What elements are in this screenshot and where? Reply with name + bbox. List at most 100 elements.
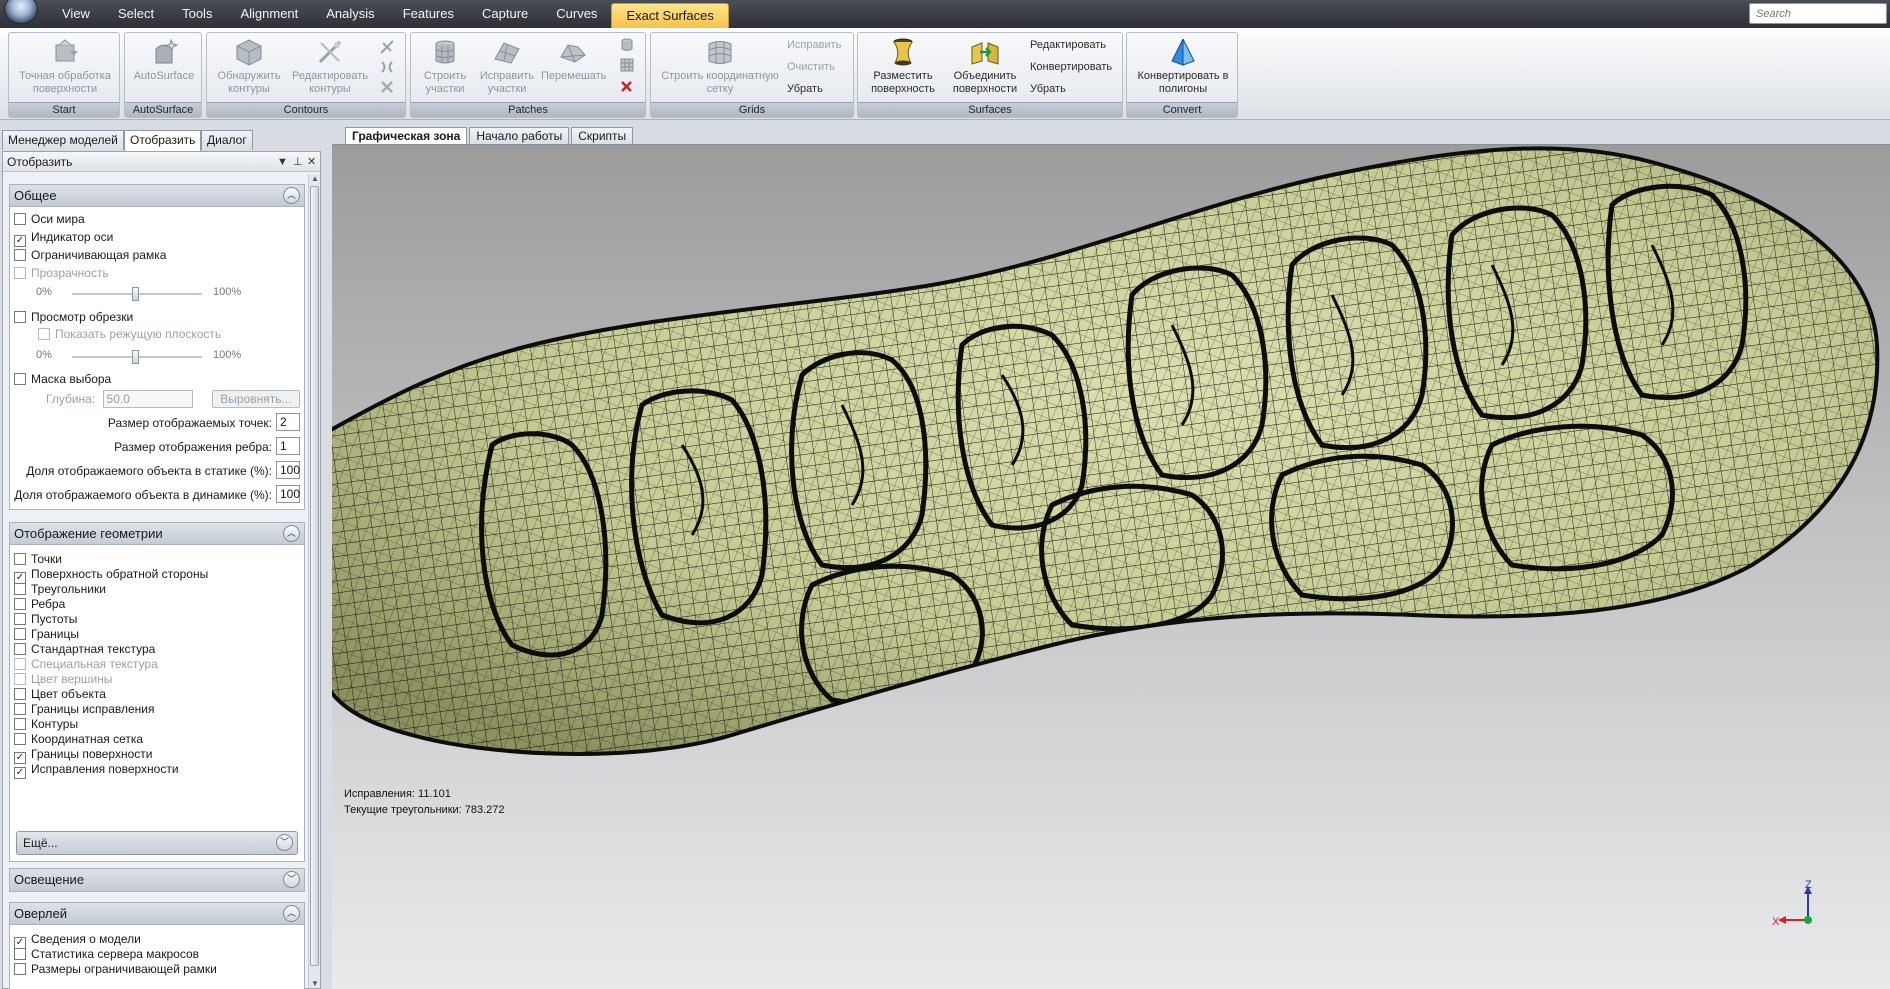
tab-alignment[interactable]: Alignment (226, 0, 312, 28)
checkbox[interactable] (14, 628, 26, 640)
detect-contours-button[interactable]: Обнаружить контуры (213, 35, 285, 96)
surface-edit-button[interactable]: Редактировать (1030, 39, 1106, 51)
checkbox[interactable] (14, 373, 26, 385)
section-overlay-header[interactable]: Оверлей ︿ (10, 903, 304, 925)
tab-model-manager[interactable]: Менеджер моделей (2, 130, 124, 150)
contour-delete-icon[interactable] (379, 79, 395, 95)
application-menu-button[interactable] (4, 0, 38, 24)
depth-spinner[interactable]: 50.0 (102, 390, 193, 408)
checkbox[interactable] (14, 718, 26, 730)
collapse-icon[interactable]: ︿ (283, 187, 300, 204)
surface-remove-button[interactable]: Убрать (1030, 83, 1066, 95)
checkbox[interactable] (14, 213, 26, 225)
checkbox[interactable] (38, 328, 50, 340)
checkbox[interactable] (14, 703, 26, 715)
slider-thumb[interactable] (132, 350, 139, 364)
grid-remove-button[interactable]: Убрать (787, 83, 823, 95)
convert-to-polygons-button[interactable]: Конвертировать в полигоны (1133, 35, 1233, 96)
checkbox[interactable] (14, 311, 26, 323)
slider-thumb[interactable] (132, 287, 139, 301)
checkbox[interactable] (14, 583, 26, 595)
tab-tools[interactable]: Tools (168, 0, 226, 28)
dynamic-ratio-input[interactable]: 100 (276, 485, 300, 503)
scroll-thumb[interactable] (310, 186, 319, 966)
tab-capture[interactable]: Capture (468, 0, 542, 28)
checkbox[interactable] (14, 673, 26, 685)
tab-scripts[interactable]: Скрипты (571, 127, 634, 145)
tab-display[interactable]: Отобразить (124, 130, 202, 151)
panel-menu-icon[interactable]: ▼ (277, 152, 288, 172)
align-button[interactable]: Выровнять... (211, 390, 300, 408)
patch-delete-icon[interactable] (619, 79, 635, 95)
selection-mask-option[interactable]: Маска выбора (14, 371, 111, 388)
tab-select[interactable]: Select (104, 0, 168, 28)
patch-layers-icon[interactable] (619, 37, 635, 53)
overlay-option[interactable]: Размеры ограничивающей рамки (14, 961, 217, 978)
transparency-option[interactable]: Прозрачность (14, 265, 109, 282)
clip-slider[interactable]: 0% 100% (36, 349, 256, 365)
edit-contours-button[interactable]: Редактировать контуры (289, 35, 371, 96)
patch-grid-icon[interactable] (619, 57, 635, 73)
checkbox[interactable] (14, 658, 26, 670)
tab-curves[interactable]: Curves (542, 0, 611, 28)
tab-features[interactable]: Features (389, 0, 468, 28)
checkbox-checked[interactable]: ✓ (14, 235, 26, 247)
tab-graphics-area[interactable]: Графическая зона (345, 127, 468, 145)
shuffle-patches-button[interactable]: Перемешать (541, 35, 606, 83)
point-size-input[interactable]: 2 (276, 413, 300, 431)
edge-size-input[interactable]: 1 (276, 437, 300, 455)
checkbox[interactable] (14, 688, 26, 700)
world-axes-option[interactable]: Оси мира (14, 211, 85, 228)
fix-patches-button[interactable]: Исправить участки (477, 35, 537, 96)
tab-view[interactable]: View (48, 0, 104, 28)
checkbox[interactable] (14, 733, 26, 745)
pin-icon[interactable]: ⊥ (293, 152, 303, 172)
grid-repair-button[interactable]: Исправить (787, 39, 841, 51)
build-patches-button[interactable]: Строить участки (415, 35, 475, 96)
scroll-down-icon[interactable]: ▼ (311, 979, 319, 988)
checkbox[interactable] (14, 613, 26, 625)
chevron-down-icon[interactable]: ﹀ (276, 834, 293, 851)
build-grid-button[interactable]: Строить координатную сетку (657, 35, 783, 96)
section-geometry-header[interactable]: Отображение геометрии ︿ (10, 523, 304, 545)
close-icon[interactable]: ✕ (307, 152, 316, 172)
checkbox[interactable] (14, 267, 26, 279)
show-plane-option[interactable]: Показать режущую плоскость (38, 326, 221, 343)
clip-view-option[interactable]: Просмотр обрезки (14, 309, 133, 326)
more-options-dropdown[interactable]: Ещё... ﹀ (16, 831, 298, 855)
tab-dialog[interactable]: Диалог (201, 130, 253, 150)
expand-icon[interactable]: ﹀ (283, 871, 300, 888)
tab-getting-started[interactable]: Начало работы (469, 127, 570, 145)
merge-surfaces-button[interactable]: Объединить поверхности (944, 35, 1026, 96)
collapse-icon[interactable]: ︿ (283, 525, 300, 542)
checkbox[interactable] (14, 598, 26, 610)
place-surface-button[interactable]: Разместить поверхность (864, 35, 942, 96)
surface-convert-button[interactable]: Конвертировать (1030, 61, 1112, 73)
checkbox[interactable] (14, 963, 26, 975)
transparency-slider[interactable]: 0% 100% (36, 286, 256, 302)
section-lighting-header[interactable]: Освещение ﹀ (10, 869, 304, 891)
static-ratio-input[interactable]: 100 (276, 461, 300, 479)
graphics-viewport[interactable]: Исправления: 11.101 Текущие треугольники… (332, 144, 1890, 989)
grid-clear-button[interactable]: Очистить (787, 61, 835, 73)
bounding-box-option[interactable]: Ограничивающая рамка (14, 247, 166, 264)
checkbox[interactable] (14, 948, 26, 960)
search-input[interactable] (1749, 3, 1887, 24)
precise-surfacing-button[interactable]: Точная обработка поверхности (15, 35, 115, 96)
section-general-header[interactable]: Общее ︿ (10, 185, 304, 207)
panel-scrollbar[interactable]: ▲ ▼ (308, 174, 320, 988)
contour-split-icon[interactable] (379, 59, 395, 75)
autosurface-button[interactable]: AutoSurface (129, 35, 199, 83)
scroll-up-icon[interactable]: ▲ (311, 174, 319, 183)
geometry-option[interactable]: ✓ Исправления поверхности (14, 761, 179, 779)
tab-exact-surfaces[interactable]: Exact Surfaces (611, 3, 729, 28)
contour-tool-icon[interactable] (379, 39, 395, 55)
collapse-icon[interactable]: ︿ (283, 905, 300, 922)
tab-analysis[interactable]: Analysis (312, 0, 388, 28)
checkbox[interactable] (14, 643, 26, 655)
checkbox[interactable] (14, 249, 26, 261)
axis-indicator-option[interactable]: ✓ Индикатор оси (14, 229, 113, 247)
shoe-sole-model[interactable] (332, 145, 1890, 989)
checkbox[interactable] (14, 553, 26, 565)
checkbox-checked[interactable]: ✓ (14, 767, 26, 779)
